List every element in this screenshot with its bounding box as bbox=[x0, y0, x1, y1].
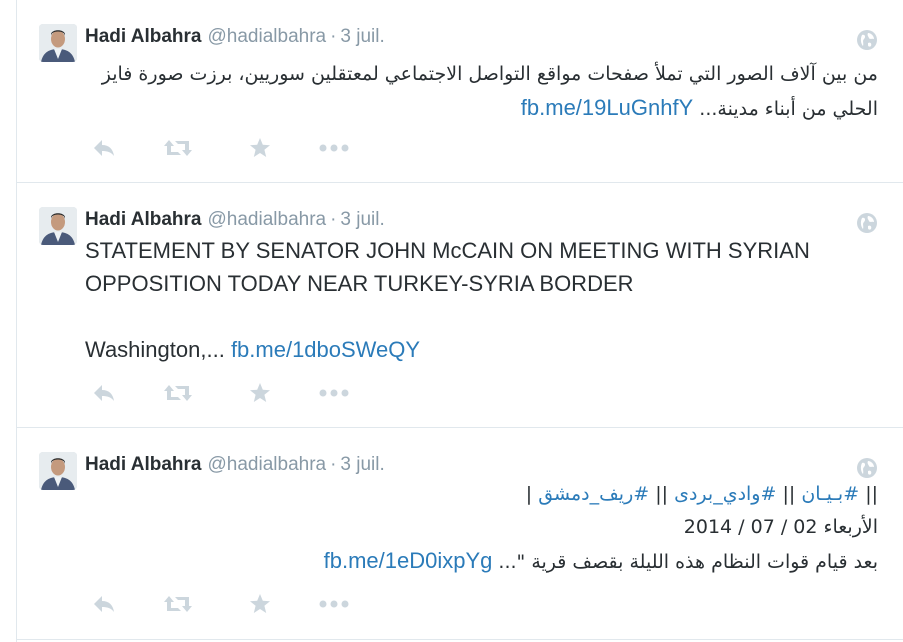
retweet-button[interactable] bbox=[163, 378, 193, 408]
favorite-button[interactable] bbox=[245, 378, 275, 408]
username[interactable]: @hadialbahra bbox=[208, 26, 327, 47]
retweet-button[interactable] bbox=[163, 589, 193, 619]
separator: · bbox=[330, 26, 337, 47]
hashtag-link[interactable]: #بـيـان bbox=[801, 483, 859, 505]
globe-icon bbox=[856, 212, 878, 234]
username[interactable]: @hadialbahra bbox=[208, 454, 327, 475]
reply-button[interactable] bbox=[89, 133, 119, 163]
avatar[interactable] bbox=[39, 452, 77, 490]
tweet[interactable]: Hadi Albahra @hadialbahra · 3 juil. || #بـي… bbox=[17, 428, 903, 640]
tweet-text-line: بعد قيام قوات النظام هذه الليلة بقصف قري… bbox=[498, 551, 878, 573]
retweet-icon bbox=[164, 385, 192, 401]
fullname[interactable]: Hadi Albahra bbox=[85, 26, 202, 47]
tweet-text-line: OPPOSITION TODAY NEAR TURKEY-SYRIA BORDE… bbox=[85, 271, 634, 296]
fullname[interactable]: Hadi Albahra bbox=[85, 209, 202, 230]
globe-icon bbox=[856, 29, 878, 51]
star-icon bbox=[250, 383, 270, 402]
tweet-header: Hadi Albahra @hadialbahra · 3 juil. bbox=[85, 208, 385, 232]
globe-icon bbox=[856, 457, 878, 479]
retweet-icon bbox=[164, 140, 192, 156]
retweet-button[interactable] bbox=[163, 133, 193, 163]
tweet-text-line: الأربعاء 02 / 07 / 2014 bbox=[683, 516, 878, 538]
tweet-text-line: الحلي من أبناء مدينة... bbox=[699, 98, 878, 120]
tweet-text-line: STATEMENT BY SENATOR JOHN McCAIN ON MEET… bbox=[85, 238, 810, 263]
tweet-link[interactable]: fb.me/1dboSWeQY bbox=[231, 337, 420, 362]
retweet-icon bbox=[164, 596, 192, 612]
tweet-header: Hadi Albahra @hadialbahra · 3 juil. bbox=[85, 25, 385, 49]
hashtag-line: || #بـيـان || #وادي_بردى || #ريف_دمشق | bbox=[525, 483, 878, 505]
reply-icon bbox=[94, 385, 114, 401]
more-button[interactable] bbox=[319, 378, 349, 408]
star-icon bbox=[250, 594, 270, 613]
tweet[interactable]: Hadi Albahra @hadialbahra · 3 juil. STATEME… bbox=[17, 183, 903, 428]
hashtag-separator: || bbox=[782, 483, 796, 505]
favorite-button[interactable] bbox=[245, 133, 275, 163]
more-icon bbox=[319, 144, 349, 152]
separator: · bbox=[330, 454, 337, 475]
more-button[interactable] bbox=[319, 133, 349, 163]
reply-button[interactable] bbox=[89, 589, 119, 619]
more-button[interactable] bbox=[319, 589, 349, 619]
hashtag-separator: || bbox=[865, 483, 878, 505]
avatar[interactable] bbox=[39, 24, 77, 62]
tweet-text-line: من بين آلاف الصور التي تملأ صفحات مواقع … bbox=[101, 63, 878, 85]
timestamp[interactable]: 3 juil. bbox=[340, 26, 384, 47]
tweet-text-line: Washington,... bbox=[85, 337, 225, 362]
tweet-text: STATEMENT BY SENATOR JOHN McCAIN ON MEET… bbox=[85, 234, 878, 366]
hashtag-link[interactable]: #وادي_بردى bbox=[674, 483, 776, 505]
separator: · bbox=[330, 209, 337, 230]
favorite-button[interactable] bbox=[245, 589, 275, 619]
tweet-link[interactable]: fb.me/19LuGnhfY bbox=[521, 95, 693, 120]
reply-button[interactable] bbox=[89, 378, 119, 408]
reply-icon bbox=[94, 596, 114, 612]
more-icon bbox=[319, 389, 349, 397]
reply-icon bbox=[94, 140, 114, 156]
timestamp[interactable]: 3 juil. bbox=[340, 209, 384, 230]
tweet-actions bbox=[85, 133, 365, 163]
tweet-text: || #بـيـان || #وادي_بردى || #ريف_دمشق | … bbox=[85, 478, 878, 579]
timestamp[interactable]: 3 juil. bbox=[340, 454, 384, 475]
hashtag-link[interactable]: #ريف_دمشق bbox=[538, 483, 649, 505]
tweet-header: Hadi Albahra @hadialbahra · 3 juil. bbox=[85, 453, 385, 477]
fullname[interactable]: Hadi Albahra bbox=[85, 454, 202, 475]
hashtag-separator: || bbox=[655, 483, 669, 505]
username[interactable]: @hadialbahra bbox=[208, 209, 327, 230]
star-icon bbox=[250, 138, 270, 157]
tweet-actions bbox=[85, 378, 365, 408]
more-icon bbox=[319, 600, 349, 608]
tweet-actions bbox=[85, 589, 365, 619]
tweet-link[interactable]: fb.me/1eD0ixpYg bbox=[324, 548, 493, 573]
tweet[interactable]: Hadi Albahra @hadialbahra · 3 juil. من بين … bbox=[17, 0, 903, 183]
timeline: Hadi Albahra @hadialbahra · 3 juil. من بين … bbox=[16, 0, 903, 642]
avatar[interactable] bbox=[39, 207, 77, 245]
tweet-text: من بين آلاف الصور التي تملأ صفحات مواقع … bbox=[85, 58, 878, 126]
